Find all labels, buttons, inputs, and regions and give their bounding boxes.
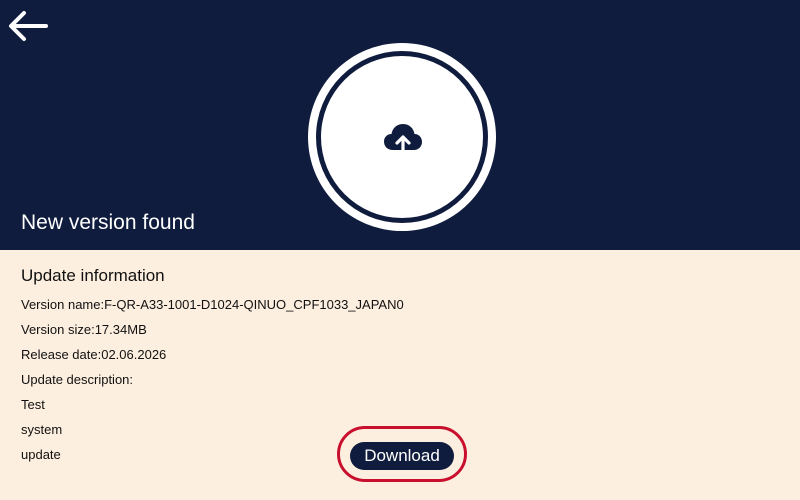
update-description-line: Test [21,397,45,412]
download-highlight-ring: Download [337,426,467,482]
release-date: Release date:02.06.2026 [21,347,167,362]
arrow-left-icon [9,11,48,41]
page-title: New version found [21,211,195,234]
update-hero-badge [308,43,496,231]
version-name: Version name:F-QR-A33-1001-D1024-QINUO_C… [21,297,404,312]
update-description-label: Update description: [21,372,134,387]
download-button[interactable]: Download [350,442,454,470]
version-size: Version size:17.34MB [21,322,147,337]
back-button[interactable] [6,8,50,44]
header-banner: New version found [0,0,800,250]
cloud-upload-icon [382,117,424,159]
update-info-title: Update information [21,266,165,285]
